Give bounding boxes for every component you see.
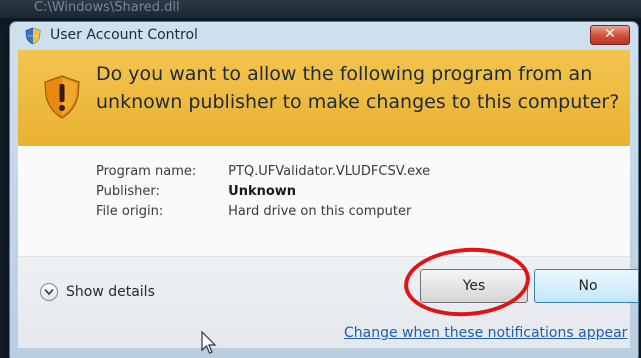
change-notifications-link[interactable]: Change when these notifications appear (344, 325, 627, 341)
publisher-label: Publisher: (96, 184, 160, 199)
chevron-down-icon (40, 283, 58, 301)
dialog-footer: Show details Yes No Change when these no… (18, 257, 638, 348)
show-details-label: Show details (66, 284, 155, 300)
warning-shield-icon (44, 75, 80, 119)
title-bar: User Account Control ✕ (10, 22, 638, 48)
close-button[interactable]: ✕ (590, 25, 630, 45)
warning-banner: Do you want to allow the following progr… (18, 50, 630, 146)
file-origin-row: File origin: Hard drive on this computer (96, 204, 411, 219)
file-origin-value: Hard drive on this computer (228, 204, 412, 219)
publisher-value: Unknown (228, 184, 297, 199)
background-window-strip: C:\Windows\Shared.dll (0, 0, 641, 18)
program-name-label: Program name: (96, 164, 197, 179)
publisher-row: Publisher: Unknown (96, 184, 296, 199)
show-details-toggle[interactable]: Show details (40, 283, 155, 301)
no-button[interactable]: No (534, 269, 638, 303)
uac-dialog: User Account Control ✕ Do you want to al… (10, 22, 638, 358)
screen-photo: C:\Windows\Shared.dll User Account Contr… (0, 0, 641, 358)
background-text: C:\Windows\Shared.dll (34, 0, 180, 15)
dialog-content: Program name: PTQ.UFValidator.VLUDFCSV.e… (18, 146, 638, 348)
mouse-pointer-icon (201, 330, 217, 354)
yes-button[interactable]: Yes (420, 269, 528, 303)
uac-question: Do you want to allow the following progr… (96, 63, 620, 113)
file-origin-label: File origin: (96, 204, 164, 219)
close-icon: ✕ (604, 26, 616, 42)
program-name-row: Program name: PTQ.UFValidator.VLUDFCSV.e… (96, 164, 430, 179)
dialog-title: User Account Control (50, 27, 198, 43)
uac-shield-icon (25, 27, 41, 45)
program-name-value: PTQ.UFValidator.VLUDFCSV.exe (228, 164, 431, 179)
